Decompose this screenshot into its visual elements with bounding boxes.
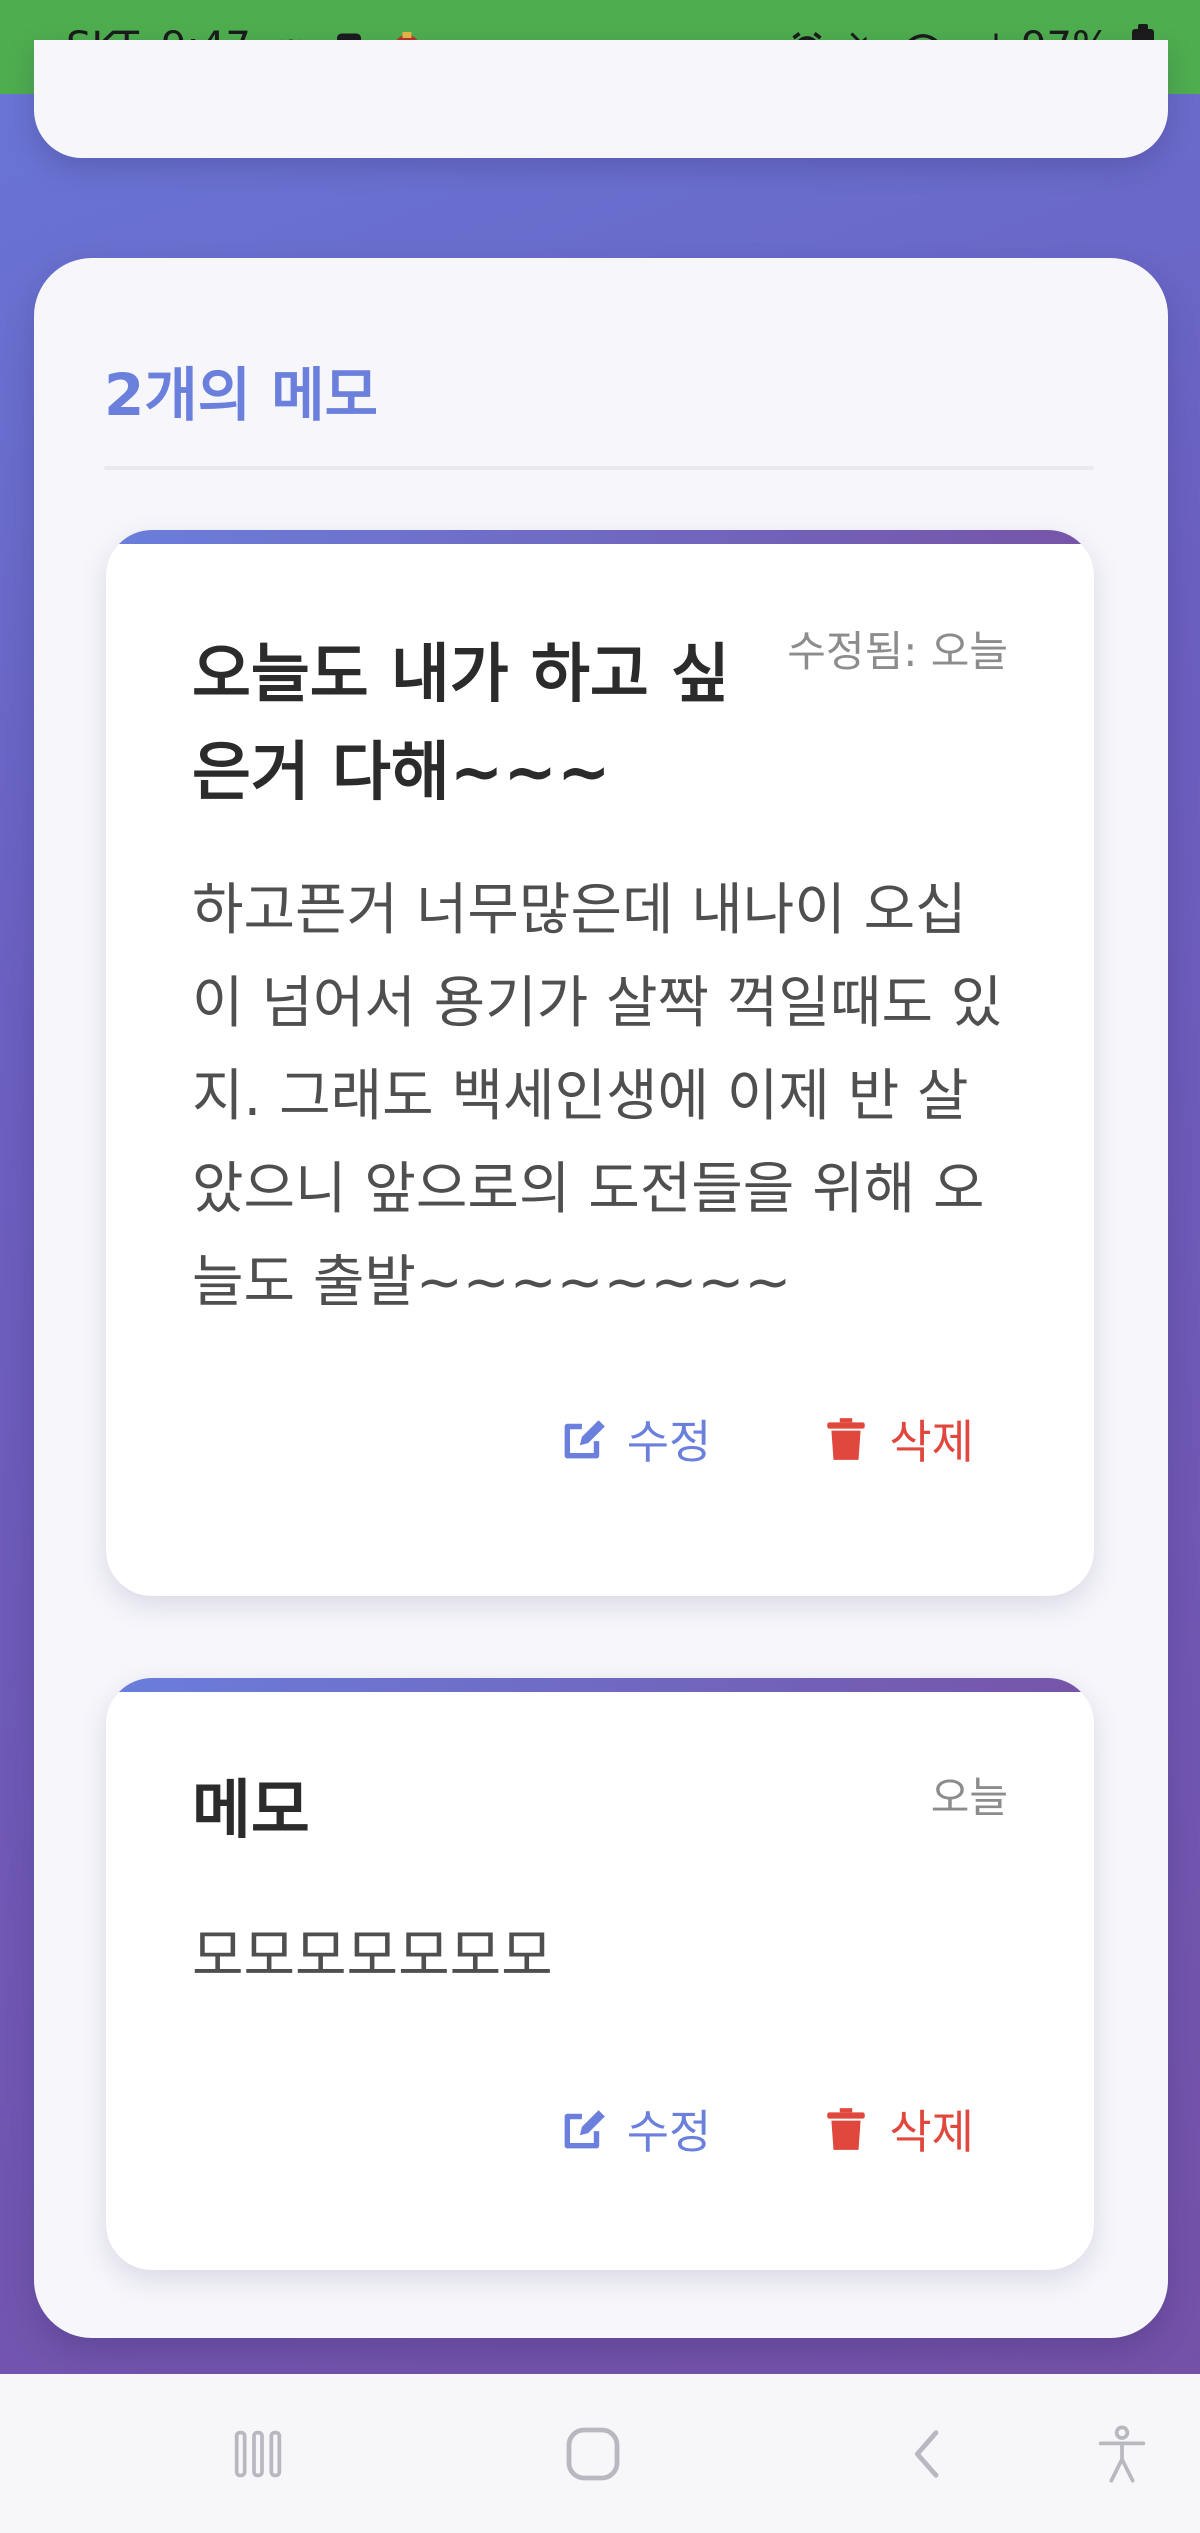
edit-button[interactable]: 수정 [559, 1406, 712, 1472]
edit-icon [564, 1420, 605, 1459]
memo-accent-bar [106, 1678, 1094, 1692]
memo-actions: 수정 삭제 [559, 2096, 974, 2162]
memo-title: 오늘도 내가 하고 싶은거 다해~~~ [192, 638, 730, 810]
divider [104, 466, 1094, 470]
memo-title: 메모 [192, 1774, 310, 1848]
memo-list-panel: 2개의 메모 오늘도 내가 하고 싶은거 다해~~~ 수정됨: 오늘 하고픈거 … [34, 258, 1168, 2338]
delete-label: 삭제 [889, 1415, 974, 1469]
accessibility-icon [1098, 2425, 1146, 2483]
memo-actions: 수정 삭제 [559, 1406, 974, 1472]
memo-card[interactable]: 오늘도 내가 하고 싶은거 다해~~~ 수정됨: 오늘 하고픈거 너무많은데 내… [106, 530, 1094, 1596]
previous-card [34, 40, 1168, 158]
back-icon [914, 2430, 939, 2478]
memo-card[interactable]: 메모 오늘 모모모모모모모 수정 삭제 [106, 1678, 1094, 2270]
edit-button[interactable]: 수정 [559, 2096, 712, 2162]
delete-label: 삭제 [889, 2105, 974, 2159]
system-nav-bar [0, 2374, 1200, 2533]
memo-date: 수정됨: 오늘 [787, 627, 1008, 676]
memo-date: 오늘 [930, 1773, 1008, 1822]
memo-accent-bar [106, 530, 1094, 544]
back-button[interactable] [888, 2414, 968, 2494]
trash-icon [827, 1418, 866, 1460]
memo-body: 하고픈거 너무많은데 내나이 오십이 넘어서 용기가 살짝 꺽일때도 있지. 그… [192, 878, 1003, 1315]
memo-body: 모모모모모모모 [192, 1924, 553, 1989]
edit-label: 수정 [626, 1415, 712, 1469]
recent-apps-button[interactable] [218, 2414, 298, 2494]
accessibility-button[interactable] [1082, 2414, 1162, 2494]
edit-label: 수정 [626, 2105, 712, 2159]
home-button[interactable] [553, 2414, 633, 2494]
trash-icon [827, 2108, 866, 2150]
edit-icon [564, 2110, 605, 2149]
memo-count-heading: 2개의 메모 [104, 361, 378, 429]
delete-button[interactable]: 삭제 [821, 2096, 974, 2162]
home-icon [566, 2427, 620, 2481]
delete-button[interactable]: 삭제 [821, 1406, 974, 1472]
recent-apps-icon [234, 2430, 282, 2478]
